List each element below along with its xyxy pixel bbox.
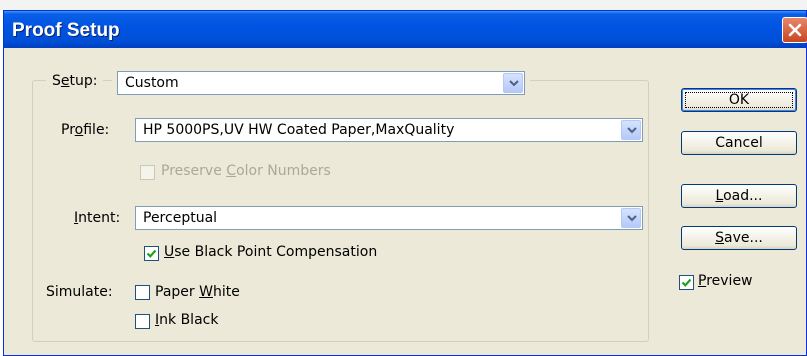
cancel-button-label: Cancel bbox=[715, 135, 763, 151]
black-point-compensation-checkbox[interactable] bbox=[144, 246, 159, 261]
paper-white-checkbox[interactable] bbox=[135, 285, 150, 300]
load-button[interactable]: Load... bbox=[681, 184, 797, 208]
intent-dropdown-button[interactable] bbox=[621, 208, 641, 228]
checkmark-icon bbox=[146, 249, 157, 258]
simulate-label: Simulate: bbox=[46, 284, 113, 300]
cancel-button[interactable]: Cancel bbox=[681, 131, 797, 155]
profile-select-value: HP 5000PS,UV HW Coated Paper,MaxQuality bbox=[143, 122, 455, 138]
save-button[interactable]: Save... bbox=[681, 226, 797, 250]
ink-black-checkbox[interactable] bbox=[135, 314, 150, 329]
chevron-down-icon bbox=[627, 127, 637, 134]
paper-white-label: Paper White bbox=[155, 284, 240, 300]
preview-label: Preview bbox=[698, 273, 753, 289]
intent-label: Intent: bbox=[74, 210, 121, 226]
preserve-color-numbers-checkbox[interactable] bbox=[140, 165, 155, 180]
close-button[interactable] bbox=[782, 17, 807, 43]
save-button-label: Save... bbox=[715, 230, 763, 246]
profile-label: Profile: bbox=[61, 122, 110, 138]
load-button-label: Load... bbox=[715, 188, 763, 204]
preserve-color-numbers-label: Preserve Color Numbers bbox=[161, 163, 331, 179]
setup-select-value: Custom bbox=[125, 75, 179, 91]
setup-select[interactable]: Custom bbox=[117, 71, 525, 95]
chevron-down-icon bbox=[509, 80, 519, 87]
preview-checkbox[interactable] bbox=[679, 275, 694, 290]
checkmark-icon bbox=[681, 278, 692, 287]
proof-setup-dialog: Proof Setup Setup: Custom Profile: HP 50… bbox=[3, 10, 807, 356]
black-point-compensation-label: Use Black Point Compensation bbox=[164, 244, 378, 260]
ok-button[interactable]: OK bbox=[681, 88, 797, 112]
chevron-down-icon bbox=[627, 215, 637, 222]
setup-dropdown-button[interactable] bbox=[503, 73, 523, 93]
focus-ring bbox=[685, 92, 793, 108]
close-icon bbox=[788, 23, 802, 37]
profile-dropdown-button[interactable] bbox=[621, 120, 641, 140]
window-title: Proof Setup bbox=[12, 20, 120, 41]
profile-select[interactable]: HP 5000PS,UV HW Coated Paper,MaxQuality bbox=[135, 118, 643, 142]
intent-select[interactable]: Perceptual bbox=[135, 206, 643, 230]
title-bar[interactable]: Proof Setup bbox=[4, 11, 807, 48]
intent-select-value: Perceptual bbox=[143, 210, 218, 226]
setup-label: Setup: bbox=[46, 73, 104, 89]
ink-black-label: Ink Black bbox=[155, 312, 219, 328]
background-window bbox=[0, 0, 807, 10]
